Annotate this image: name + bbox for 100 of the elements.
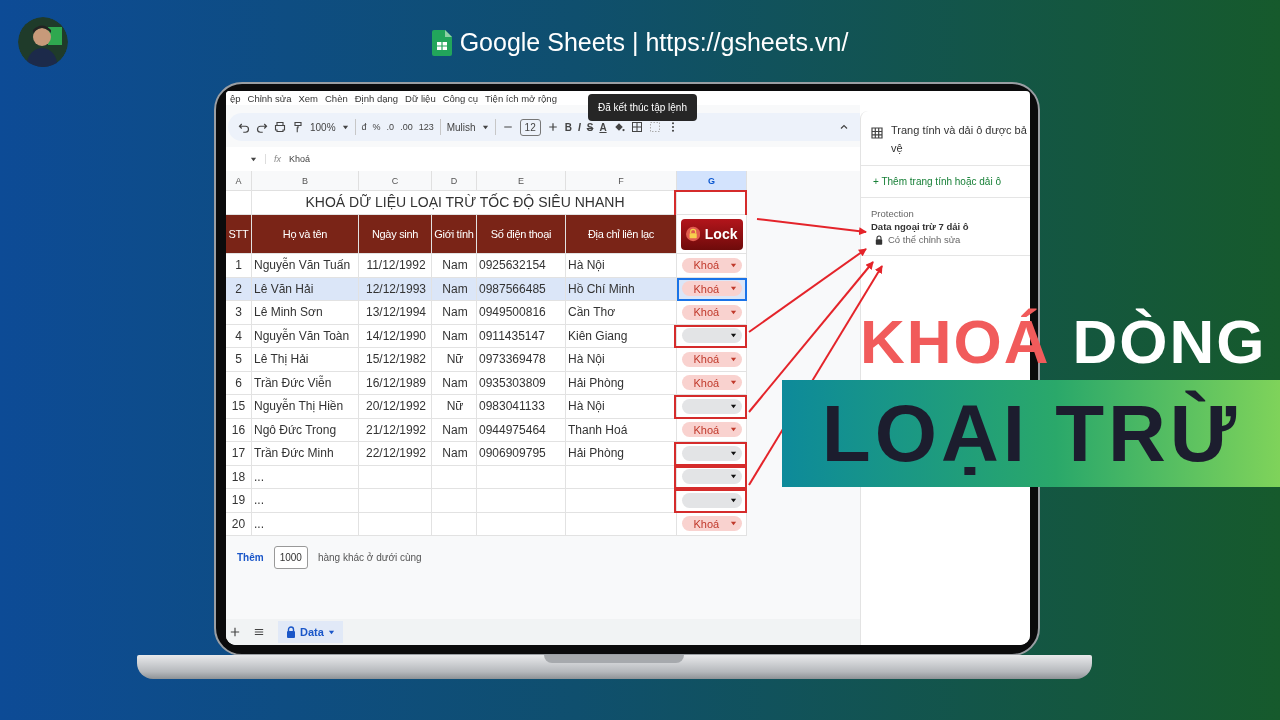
caret-icon: [729, 308, 737, 316]
format-button[interactable]: .00: [400, 122, 413, 132]
column-header[interactable]: A: [226, 171, 252, 191]
table-cell: Kiên Giang: [566, 324, 677, 348]
caret-icon: [729, 473, 737, 481]
text-style-button[interactable]: A: [599, 121, 607, 133]
text-style-button[interactable]: B: [564, 121, 572, 133]
add-sheet-icon[interactable]: [230, 627, 240, 637]
dropdown-chip[interactable]: Khoá: [681, 351, 742, 367]
row-number: 17: [226, 442, 252, 466]
table-cell: Hà Nội: [566, 395, 677, 419]
panel-title: Trang tính và dải ô được bả vệ: [891, 123, 1028, 156]
font-dropdown[interactable]: Mulish: [446, 121, 489, 133]
table-cell: 0944975464: [477, 418, 566, 442]
caret-icon: [729, 285, 737, 293]
sheet-tab[interactable]: Data: [278, 621, 343, 643]
table-cell: Nam: [432, 324, 477, 348]
table-cell: Nguyễn Văn Tuấn: [252, 254, 359, 278]
tooltip: Đã kết thúc tập lệnh: [588, 94, 697, 121]
headline-word: DÒNG: [1072, 306, 1267, 377]
paint-roller-icon[interactable]: [292, 121, 304, 133]
text-style-button[interactable]: I: [577, 121, 581, 133]
table-cell: 21/12/1992: [359, 418, 432, 442]
empty-cell: [432, 465, 477, 489]
table-cell: 0949500816: [477, 301, 566, 325]
dropdown-chip[interactable]: Khoá: [681, 257, 742, 273]
menu-item[interactable]: Định dạng: [354, 92, 398, 104]
row-number: 3: [226, 301, 252, 325]
table-cell: 0983041133: [477, 395, 566, 419]
menu-item[interactable]: Chèn: [325, 92, 348, 104]
plus-icon[interactable]: [546, 121, 559, 133]
table-cell: Nữ: [432, 395, 477, 419]
format-button[interactable]: .0: [386, 122, 395, 132]
table-cell: Nguyễn Văn Toàn: [252, 324, 359, 348]
dropdown-chip[interactable]: Khoá: [681, 281, 742, 297]
table-cell: Lê Minh Sơn: [252, 301, 359, 325]
caret-icon: [729, 261, 737, 269]
menu-item[interactable]: ệp: [230, 92, 241, 104]
caret-icon: [481, 123, 489, 131]
undo-icon[interactable]: [238, 121, 250, 133]
format-button[interactable]: đ: [361, 122, 367, 132]
add-range-link[interactable]: + Thêm trang tính hoặc dải ô: [873, 176, 1001, 187]
column-header[interactable]: D: [432, 171, 477, 191]
menu-icon[interactable]: [254, 627, 264, 637]
borders-icon[interactable]: [630, 121, 643, 133]
redo-icon[interactable]: [256, 121, 268, 133]
menu-item[interactable]: Chỉnh sửa: [247, 92, 292, 104]
dropdown-chip[interactable]: Khoá: [681, 422, 742, 438]
merge-cells-icon[interactable]: [648, 121, 661, 133]
column-header[interactable]: F: [566, 171, 677, 191]
table-cell: 0987566485: [477, 277, 566, 301]
formula-field[interactable]: Khoá: [289, 154, 311, 164]
table-cell: 14/12/1990: [359, 324, 432, 348]
column-header[interactable]: E: [477, 171, 566, 191]
format-button[interactable]: %: [372, 122, 381, 132]
caret-icon: [729, 355, 737, 363]
caret-icon: [729, 379, 737, 387]
table-cell: ...: [252, 489, 359, 513]
menu-item[interactable]: Tiện ích mở rộng: [485, 92, 557, 104]
lock-icon: [685, 224, 700, 244]
fx-label: fx: [265, 154, 281, 164]
print-icon[interactable]: [274, 121, 286, 133]
table-cell: Nam: [432, 301, 477, 325]
caret-icon: [327, 628, 335, 636]
column-header[interactable]: B: [252, 171, 359, 191]
protected-range[interactable]: Data ngoại trừ 7 dải ô: [871, 221, 1027, 232]
caret-icon: [729, 402, 737, 410]
dropdown-chip[interactable]: Khoá: [681, 516, 742, 532]
row-number: 18: [226, 465, 252, 489]
table-cell: Nam: [432, 371, 477, 395]
empty-cell: [432, 489, 477, 513]
rows-count-field[interactable]: 1000: [273, 546, 308, 569]
dropdown-chip[interactable]: Khoá: [681, 304, 742, 320]
add-button[interactable]: Thêm: [237, 552, 264, 563]
add-rows-label: hàng khác ở dưới cùng: [317, 552, 422, 563]
table-header: Giới tính: [432, 215, 477, 254]
zoom-dropdown[interactable]: 100%: [310, 121, 349, 133]
format-button[interactable]: 123: [418, 122, 434, 132]
table-icon: [871, 127, 883, 139]
table-cell: 16/12/1989: [359, 371, 432, 395]
table-cell: Nam: [432, 277, 477, 301]
caret-icon[interactable]: [250, 155, 257, 163]
table-cell: Nữ: [432, 348, 477, 372]
table-cell: Ngô Đức Trong: [252, 418, 359, 442]
dropdown-chip[interactable]: Khoá: [681, 375, 742, 391]
font-size-field[interactable]: 12: [519, 118, 541, 136]
table-cell: 0973369478: [477, 348, 566, 372]
column-header[interactable]: G: [677, 171, 747, 191]
table-cell: 0911435147: [477, 324, 566, 348]
column-header[interactable]: C: [359, 171, 432, 191]
lock-button[interactable]: Lock: [680, 218, 743, 250]
text-style-button[interactable]: S: [586, 121, 594, 133]
menu-item[interactable]: Dữ liệu: [405, 92, 436, 104]
row-number: 20: [226, 512, 252, 536]
menu-item[interactable]: Xem: [298, 92, 318, 104]
table-cell: Lê Văn Hải: [252, 277, 359, 301]
menu-item[interactable]: Công cụ: [442, 92, 479, 104]
lock-icon: [875, 234, 883, 245]
table-cell: Nam: [432, 254, 477, 278]
table-cell: 15/12/1982: [359, 348, 432, 372]
